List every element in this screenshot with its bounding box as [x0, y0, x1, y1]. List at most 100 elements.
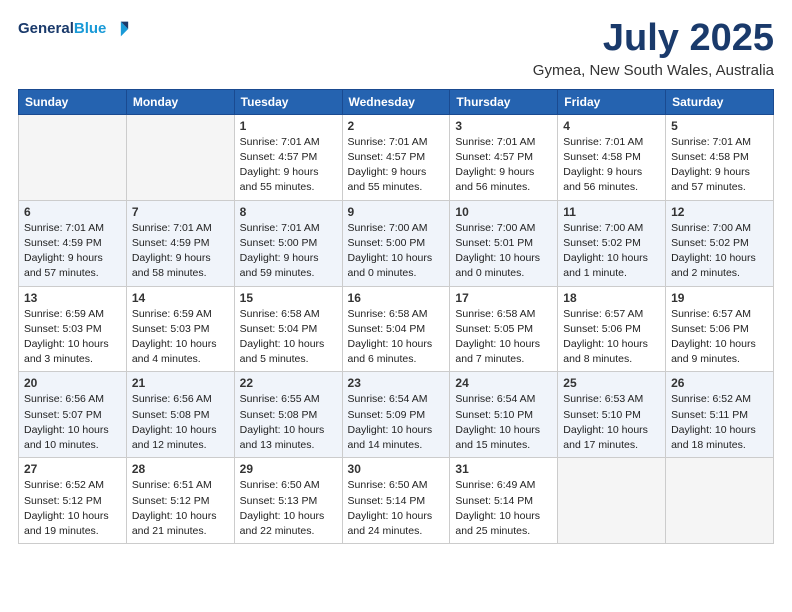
day-info: Sunrise: 7:01 AMSunset: 4:57 PMDaylight:… [240, 135, 337, 196]
weekday-header-tuesday: Tuesday [234, 89, 342, 114]
day-info: Sunrise: 6:58 AMSunset: 5:04 PMDaylight:… [240, 307, 337, 368]
day-info: Sunrise: 6:58 AMSunset: 5:04 PMDaylight:… [348, 307, 445, 368]
calendar-cell [19, 114, 127, 200]
calendar-cell: 11Sunrise: 7:00 AMSunset: 5:02 PMDayligh… [558, 200, 666, 286]
day-number: 2 [348, 119, 445, 133]
day-info: Sunrise: 6:51 AMSunset: 5:12 PMDaylight:… [132, 478, 229, 539]
day-number: 6 [24, 205, 121, 219]
calendar-cell: 31 Sunrise: 6:49 AMSunset: 5:14 PMDayligh… [450, 458, 558, 544]
calendar-cell: 12Sunrise: 7:00 AMSunset: 5:02 PMDayligh… [666, 200, 774, 286]
day-info: Sunrise: 6:57 AMSunset: 5:06 PMDaylight:… [563, 307, 660, 368]
day-info: Sunrise: 6:59 AMSunset: 5:03 PMDaylight:… [24, 307, 121, 368]
calendar-cell: 9Sunrise: 7:00 AMSunset: 5:00 PMDaylight… [342, 200, 450, 286]
day-number: 16 [348, 291, 445, 305]
header: GeneralBlue July 2025 Gymea, New South W… [18, 18, 774, 79]
calendar-cell: 4 Sunrise: 7:01 AMSunset: 4:58 PMDaylight… [558, 114, 666, 200]
calendar-cell: 15 Sunrise: 6:58 AMSunset: 5:04 PMDayligh… [234, 286, 342, 372]
day-number: 12 [671, 205, 768, 219]
day-info: Sunrise: 7:01 AMSunset: 4:59 PMDaylight:… [132, 221, 229, 282]
day-info: Sunrise: 6:49 AMSunset: 5:14 PMDaylight:… [455, 478, 552, 539]
calendar-cell: 17 Sunrise: 6:58 AMSunset: 5:05 PMDayligh… [450, 286, 558, 372]
day-number: 27 [24, 462, 121, 476]
calendar-cell: 16 Sunrise: 6:58 AMSunset: 5:04 PMDayligh… [342, 286, 450, 372]
title-block: July 2025 Gymea, New South Wales, Austra… [533, 18, 774, 79]
day-info: Sunrise: 6:55 AMSunset: 5:08 PMDaylight:… [240, 392, 337, 453]
day-info: Sunrise: 7:01 AMSunset: 4:59 PMDaylight:… [24, 221, 121, 282]
day-info: Sunrise: 6:52 AMSunset: 5:11 PMDaylight:… [671, 392, 768, 453]
weekday-header-monday: Monday [126, 89, 234, 114]
calendar-cell [558, 458, 666, 544]
logo-text: GeneralBlue [18, 20, 106, 37]
day-info: Sunrise: 7:00 AMSunset: 5:01 PMDaylight:… [455, 221, 552, 282]
day-number: 7 [132, 205, 229, 219]
calendar-cell: 22 Sunrise: 6:55 AMSunset: 5:08 PMDayligh… [234, 372, 342, 458]
calendar-cell: 5Sunrise: 7:01 AMSunset: 4:58 PMDaylight… [666, 114, 774, 200]
calendar-cell: 27 Sunrise: 6:52 AMSunset: 5:12 PMDayligh… [19, 458, 127, 544]
day-number: 18 [563, 291, 660, 305]
calendar-cell: 13 Sunrise: 6:59 AMSunset: 5:03 PMDayligh… [19, 286, 127, 372]
calendar-cell: 20 Sunrise: 6:56 AMSunset: 5:07 PMDayligh… [19, 372, 127, 458]
day-number: 23 [348, 376, 445, 390]
calendar-cell: 24 Sunrise: 6:54 AMSunset: 5:10 PMDayligh… [450, 372, 558, 458]
day-info: Sunrise: 6:54 AMSunset: 5:10 PMDaylight:… [455, 392, 552, 453]
day-info: Sunrise: 6:54 AMSunset: 5:09 PMDaylight:… [348, 392, 445, 453]
calendar-cell: 6 Sunrise: 7:01 AMSunset: 4:59 PMDaylight… [19, 200, 127, 286]
day-info: Sunrise: 6:59 AMSunset: 5:03 PMDaylight:… [132, 307, 229, 368]
calendar-cell: 1 Sunrise: 7:01 AMSunset: 4:57 PMDaylight… [234, 114, 342, 200]
day-info: Sunrise: 6:57 AMSunset: 5:06 PMDaylight:… [671, 307, 768, 368]
calendar-cell: 21 Sunrise: 6:56 AMSunset: 5:08 PMDayligh… [126, 372, 234, 458]
day-info: Sunrise: 6:52 AMSunset: 5:12 PMDaylight:… [24, 478, 121, 539]
day-number: 29 [240, 462, 337, 476]
day-info: Sunrise: 7:00 AMSunset: 5:00 PMDaylight:… [348, 221, 445, 282]
day-number: 8 [240, 205, 337, 219]
day-number: 3 [455, 119, 552, 133]
calendar-cell: 28 Sunrise: 6:51 AMSunset: 5:12 PMDayligh… [126, 458, 234, 544]
day-info: Sunrise: 6:56 AMSunset: 5:07 PMDaylight:… [24, 392, 121, 453]
calendar-cell: 2 Sunrise: 7:01 AMSunset: 4:57 PMDaylight… [342, 114, 450, 200]
day-number: 31 [455, 462, 552, 476]
day-number: 15 [240, 291, 337, 305]
day-number: 28 [132, 462, 229, 476]
page: GeneralBlue July 2025 Gymea, New South W… [0, 0, 792, 612]
weekday-header-thursday: Thursday [450, 89, 558, 114]
day-number: 24 [455, 376, 552, 390]
calendar-cell: 29 Sunrise: 6:50 AMSunset: 5:13 PMDayligh… [234, 458, 342, 544]
day-info: Sunrise: 6:58 AMSunset: 5:05 PMDaylight:… [455, 307, 552, 368]
day-info: Sunrise: 7:01 AMSunset: 4:57 PMDaylight:… [455, 135, 552, 196]
day-info: Sunrise: 6:50 AMSunset: 5:13 PMDaylight:… [240, 478, 337, 539]
calendar-week-row: 13 Sunrise: 6:59 AMSunset: 5:03 PMDayligh… [19, 286, 774, 372]
day-info: Sunrise: 7:00 AMSunset: 5:02 PMDaylight:… [563, 221, 660, 282]
calendar-week-row: 6 Sunrise: 7:01 AMSunset: 4:59 PMDaylight… [19, 200, 774, 286]
calendar-week-row: 1 Sunrise: 7:01 AMSunset: 4:57 PMDaylight… [19, 114, 774, 200]
calendar-cell: 26 Sunrise: 6:52 AMSunset: 5:11 PMDayligh… [666, 372, 774, 458]
month-title: July 2025 [533, 18, 774, 60]
day-number: 17 [455, 291, 552, 305]
day-number: 4 [563, 119, 660, 133]
calendar-cell: 18 Sunrise: 6:57 AMSunset: 5:06 PMDayligh… [558, 286, 666, 372]
day-number: 14 [132, 291, 229, 305]
day-info: Sunrise: 6:53 AMSunset: 5:10 PMDaylight:… [563, 392, 660, 453]
day-number: 22 [240, 376, 337, 390]
day-number: 1 [240, 119, 337, 133]
day-info: Sunrise: 6:50 AMSunset: 5:14 PMDaylight:… [348, 478, 445, 539]
day-info: Sunrise: 7:01 AMSunset: 4:57 PMDaylight:… [348, 135, 445, 196]
day-number: 20 [24, 376, 121, 390]
calendar-cell [666, 458, 774, 544]
calendar-table: SundayMondayTuesdayWednesdayThursdayFrid… [18, 89, 774, 544]
calendar-cell: 25Sunrise: 6:53 AMSunset: 5:10 PMDayligh… [558, 372, 666, 458]
calendar-cell: 8 Sunrise: 7:01 AMSunset: 5:00 PMDaylight… [234, 200, 342, 286]
day-number: 19 [671, 291, 768, 305]
day-info: Sunrise: 6:56 AMSunset: 5:08 PMDaylight:… [132, 392, 229, 453]
weekday-header-friday: Friday [558, 89, 666, 114]
day-number: 26 [671, 376, 768, 390]
day-number: 13 [24, 291, 121, 305]
day-info: Sunrise: 7:01 AMSunset: 5:00 PMDaylight:… [240, 221, 337, 282]
weekday-header-sunday: Sunday [19, 89, 127, 114]
day-number: 21 [132, 376, 229, 390]
calendar-cell: 30 Sunrise: 6:50 AMSunset: 5:14 PMDayligh… [342, 458, 450, 544]
day-info: Sunrise: 7:01 AMSunset: 4:58 PMDaylight:… [563, 135, 660, 196]
weekday-header-wednesday: Wednesday [342, 89, 450, 114]
calendar-cell: 10Sunrise: 7:00 AMSunset: 5:01 PMDayligh… [450, 200, 558, 286]
day-number: 30 [348, 462, 445, 476]
calendar-cell: 19 Sunrise: 6:57 AMSunset: 5:06 PMDayligh… [666, 286, 774, 372]
